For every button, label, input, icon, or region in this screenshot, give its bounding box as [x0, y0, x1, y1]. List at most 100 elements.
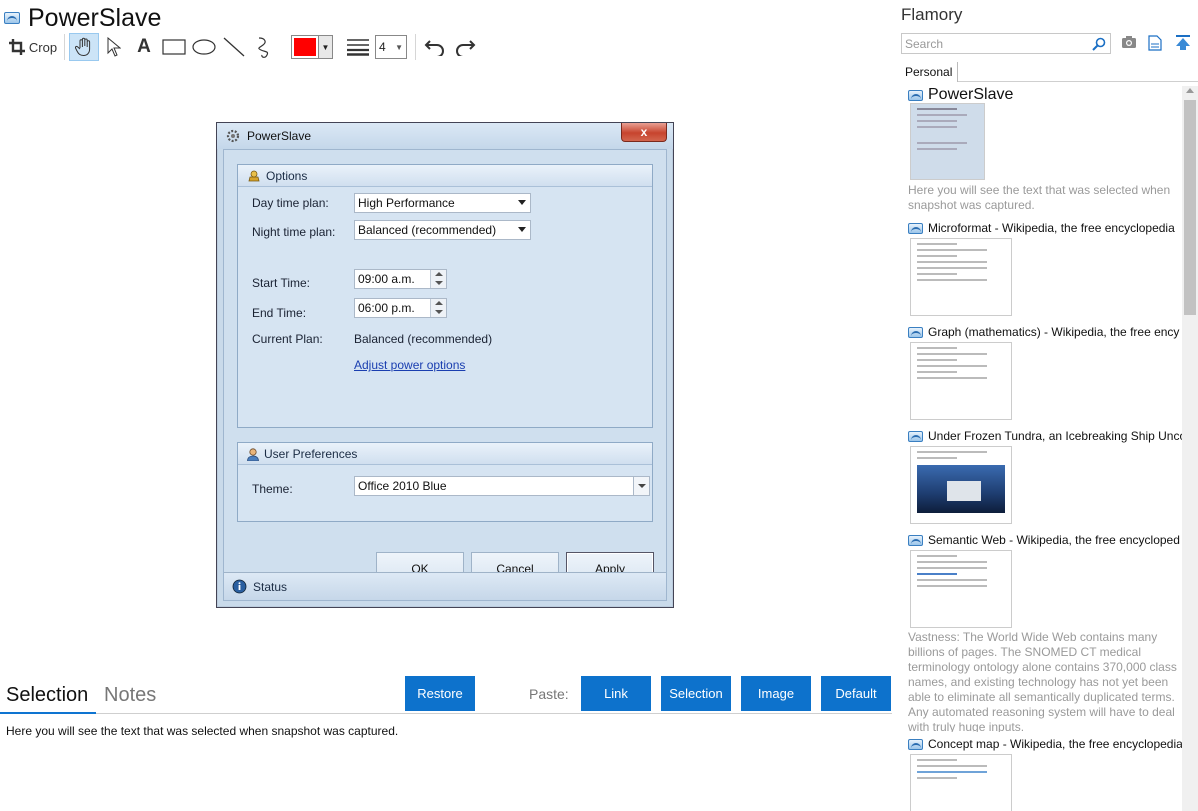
adjust-power-options-link[interactable]: Adjust power options: [354, 358, 465, 372]
night-plan-select[interactable]: Balanced (recommended): [354, 220, 531, 240]
restore-button[interactable]: Restore: [405, 676, 475, 711]
snapshot-thumbnail[interactable]: [910, 342, 1012, 420]
snapshot-thumbnail[interactable]: [910, 550, 1012, 628]
search-input[interactable]: Search: [901, 33, 1111, 54]
crop-label: Crop: [28, 39, 58, 55]
camera-icon[interactable]: [1121, 35, 1137, 49]
snapshot-thumbnail[interactable]: [910, 103, 985, 180]
line-width-select[interactable]: 4 ▼: [375, 35, 407, 59]
undo-icon: [424, 40, 444, 56]
list-item[interactable]: Under Frozen Tundra, an Icebreaking Ship…: [908, 429, 1182, 443]
tab-selection[interactable]: Selection: [6, 684, 88, 707]
line-tool-button[interactable]: [219, 33, 249, 61]
thumb-line: [917, 573, 957, 575]
user-preferences-label: User Preferences: [264, 446, 358, 461]
theme-value: Office 2010 Blue: [358, 479, 447, 493]
select-tool-button[interactable]: [99, 33, 129, 61]
options-group: Options Day time plan: High Performance …: [237, 164, 653, 428]
window-icon: [908, 534, 923, 546]
thumb-line: [917, 126, 957, 128]
thumb-line: [917, 142, 967, 144]
list-item[interactable]: Graph (mathematics) - Wikipedia, the fre…: [908, 325, 1179, 339]
chevron-down-icon: ▼: [395, 42, 403, 52]
spinner-arrows-icon[interactable]: [430, 299, 446, 317]
night-plan-value: Balanced (recommended): [358, 223, 497, 237]
collapse-top-icon[interactable]: [1175, 35, 1191, 51]
redo-button[interactable]: [450, 33, 480, 61]
dialog-body: Options Day time plan: High Performance …: [223, 149, 667, 601]
paste-image-button[interactable]: Image: [741, 676, 811, 711]
snapshot-thumbnail[interactable]: [910, 446, 1012, 524]
theme-select[interactable]: Office 2010 Blue: [354, 476, 650, 496]
thumb-line: [917, 148, 957, 150]
app-title-bar: PowerSlave: [4, 4, 161, 32]
chevron-down-icon[interactable]: [633, 477, 649, 495]
snapshot-dialog: PowerSlave x Options Day time plan: High…: [216, 122, 674, 608]
night-plan-label: Night time plan:: [252, 225, 336, 239]
close-button[interactable]: x: [621, 123, 667, 142]
window-icon: [908, 738, 923, 750]
thumb-line: [917, 555, 957, 557]
thumb-line: [917, 777, 957, 779]
thumb-line: [917, 108, 957, 110]
spinner-arrows-icon[interactable]: [430, 270, 446, 288]
color-swatch: [294, 38, 316, 56]
list-item-title: Microformat - Wikipedia, the free encycl…: [928, 221, 1175, 235]
thumb-line: [917, 267, 987, 269]
current-plan-value: Balanced (recommended): [354, 332, 493, 346]
list-item-title: Graph (mathematics) - Wikipedia, the fre…: [928, 325, 1180, 339]
paste-link-button[interactable]: Link: [581, 676, 651, 711]
tab-notes[interactable]: Notes: [104, 684, 156, 707]
day-plan-select[interactable]: High Performance: [354, 193, 531, 213]
document-icon[interactable]: [1148, 35, 1162, 51]
thumb-line: [917, 377, 987, 379]
gear-icon: [226, 129, 240, 143]
user-icon: [247, 447, 259, 461]
paste-selection-button[interactable]: Selection: [661, 676, 731, 711]
options-header: Options: [238, 165, 652, 187]
hand-tool-button[interactable]: [69, 33, 99, 61]
window-icon: [908, 89, 923, 101]
chevron-down-icon: ▼: [318, 36, 332, 58]
current-plan-label: Current Plan:: [252, 332, 323, 346]
start-time-value: 09:00 a.m.: [358, 272, 415, 286]
crop-button[interactable]: Crop: [0, 33, 60, 61]
thumb-line: [917, 261, 987, 263]
chevron-up-icon[interactable]: [1186, 88, 1194, 93]
close-icon: x: [640, 125, 648, 139]
freehand-tool-button[interactable]: [249, 33, 279, 61]
window-icon: [4, 12, 20, 24]
ship-photo: [917, 465, 1005, 513]
thumb-line: [917, 585, 987, 587]
list-item[interactable]: Semantic Web - Wikipedia, the free encyc…: [908, 533, 1180, 547]
text-tool-button[interactable]: A: [129, 33, 159, 61]
ellipse-icon: [192, 39, 216, 55]
rectangle-tool-button[interactable]: [159, 33, 189, 61]
ellipse-tool-button[interactable]: [189, 33, 219, 61]
list-item[interactable]: Concept map - Wikipedia, the free encycl…: [908, 737, 1182, 751]
color-picker[interactable]: ▼: [291, 35, 333, 59]
flamory-title: Flamory: [901, 5, 963, 24]
paste-default-button[interactable]: Default: [821, 676, 891, 711]
redo-icon: [456, 40, 476, 56]
list-item[interactable]: PowerSlave: [908, 86, 1013, 104]
end-time-input[interactable]: 06:00 p.m.: [354, 298, 447, 318]
thumb-line: [917, 279, 987, 281]
day-plan-value: High Performance: [358, 196, 455, 210]
thumb-line: [917, 451, 987, 453]
snapshot-thumbnail[interactable]: [910, 754, 1012, 811]
snapshot-thumbnail[interactable]: [910, 238, 1012, 316]
crop-icon: [8, 39, 25, 55]
undo-button[interactable]: [420, 33, 450, 61]
search-icon[interactable]: [1092, 37, 1106, 51]
scrollbar-thumb[interactable]: [1184, 100, 1196, 315]
list-item[interactable]: Microformat - Wikipedia, the free encycl…: [908, 221, 1175, 235]
status-bar: Status: [224, 572, 666, 600]
user-preferences-group: User Preferences Theme: Office 2010 Blue: [237, 442, 653, 522]
start-time-input[interactable]: 09:00 a.m.: [354, 269, 447, 289]
hand-icon: [75, 37, 91, 57]
tab-personal[interactable]: Personal: [900, 62, 959, 82]
tab-divider: [958, 81, 1198, 82]
list-item-title: PowerSlave: [928, 86, 1014, 103]
thumb-line: [917, 567, 987, 569]
